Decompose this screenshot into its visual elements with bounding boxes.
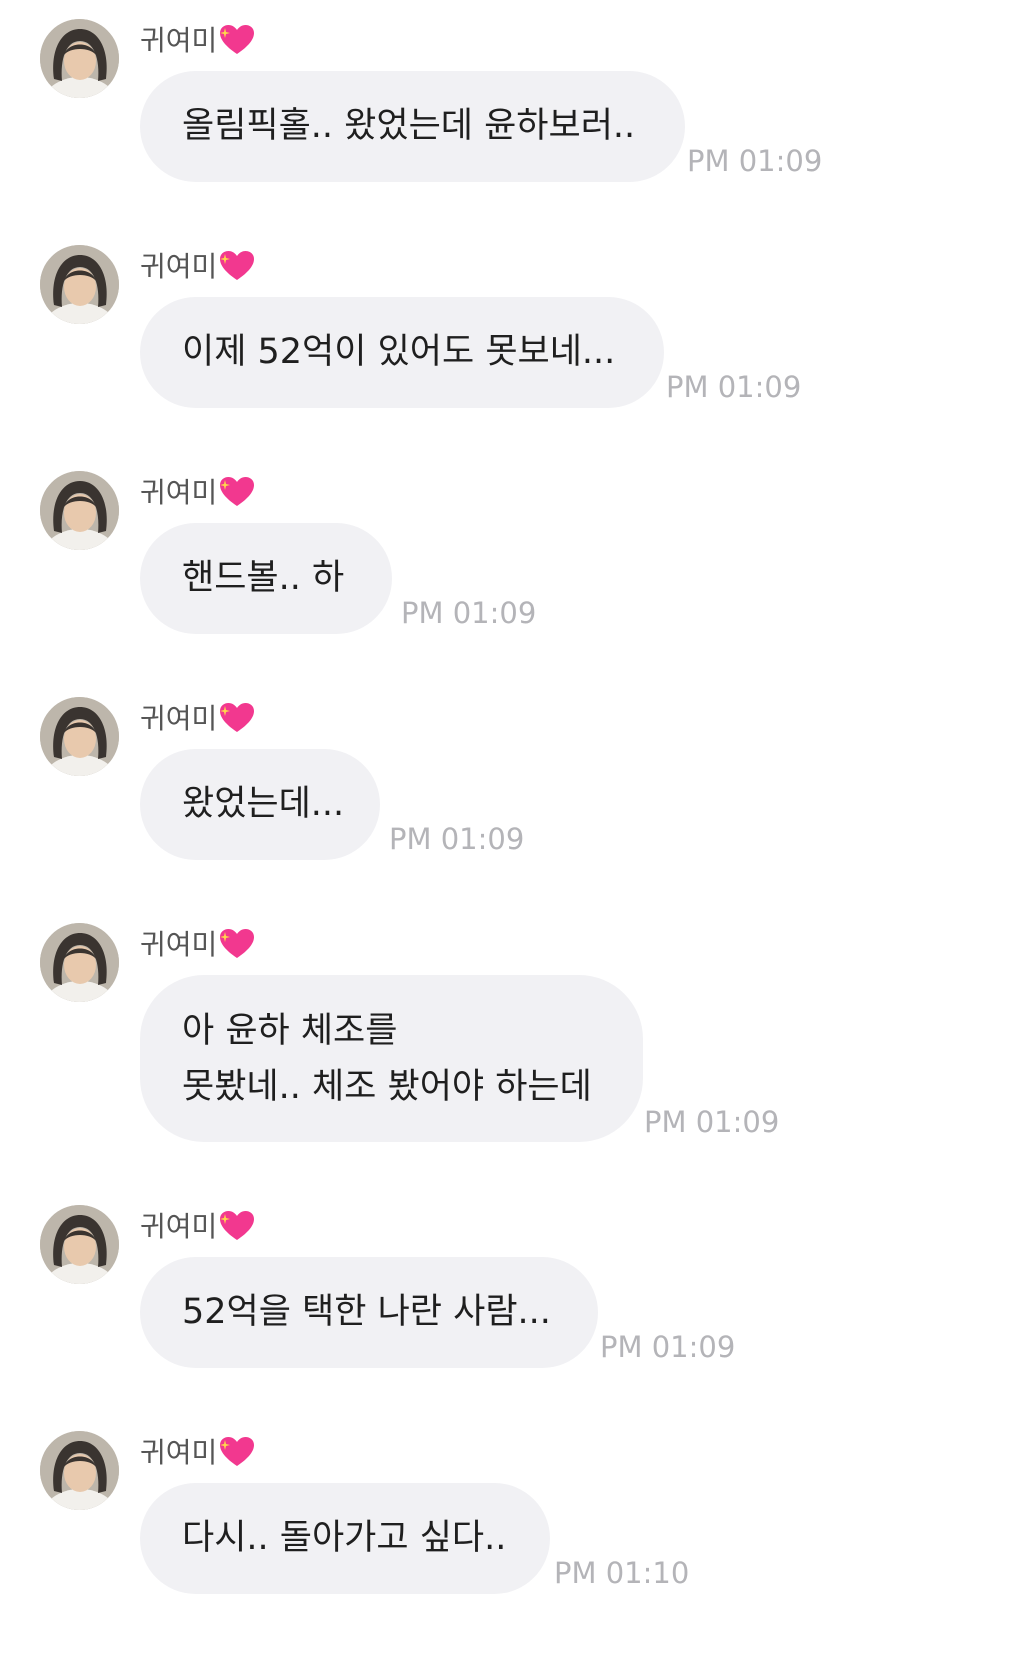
message-bubble[interactable]: 핸드볼.. 하 bbox=[140, 523, 392, 634]
sender-name: 귀여미 bbox=[140, 1209, 255, 1251]
message-bubble[interactable]: 이제 52억이 있어도 못보네... bbox=[140, 297, 664, 408]
sparkling-heart-icon bbox=[219, 928, 255, 969]
chat-log: 귀여미 올림픽홀.. 왔었는데 윤하보러.. PM 01:09 귀여미 이제 5… bbox=[0, 0, 1024, 1671]
message-bubble[interactable]: 올림픽홀.. 왔었는데 윤하보러.. bbox=[140, 71, 685, 182]
sender-name: 귀여미 bbox=[140, 475, 255, 517]
sender-name: 귀여미 bbox=[140, 1435, 255, 1477]
avatar[interactable] bbox=[40, 245, 119, 324]
message-bubble[interactable]: 아 윤하 체조를 못봤네.. 체조 봤어야 하는데 bbox=[140, 975, 643, 1142]
avatar[interactable] bbox=[40, 923, 119, 1002]
message-timestamp: PM 01:09 bbox=[401, 596, 537, 630]
avatar[interactable] bbox=[40, 1205, 119, 1284]
avatar[interactable] bbox=[40, 697, 119, 776]
avatar[interactable] bbox=[40, 1431, 119, 1510]
avatar[interactable] bbox=[40, 471, 119, 550]
sparkling-heart-icon bbox=[219, 250, 255, 291]
message-timestamp: PM 01:10 bbox=[554, 1556, 690, 1590]
avatar[interactable] bbox=[40, 19, 119, 98]
message-bubble[interactable]: 다시.. 돌아가고 싶다.. bbox=[140, 1483, 550, 1594]
message-timestamp: PM 01:09 bbox=[644, 1105, 780, 1139]
message-bubble[interactable]: 52억을 택한 나란 사람... bbox=[140, 1257, 598, 1368]
sparkling-heart-icon bbox=[219, 702, 255, 743]
sender-name: 귀여미 bbox=[140, 23, 255, 65]
message-timestamp: PM 01:09 bbox=[600, 1330, 736, 1364]
sender-name: 귀여미 bbox=[140, 249, 255, 291]
message-timestamp: PM 01:09 bbox=[666, 370, 802, 404]
sender-name: 귀여미 bbox=[140, 927, 255, 969]
sparkling-heart-icon bbox=[219, 1436, 255, 1477]
sender-name: 귀여미 bbox=[140, 701, 255, 743]
sparkling-heart-icon bbox=[219, 1210, 255, 1251]
sparkling-heart-icon bbox=[219, 476, 255, 517]
sparkling-heart-icon bbox=[219, 24, 255, 65]
message-timestamp: PM 01:09 bbox=[687, 144, 823, 178]
message-bubble[interactable]: 왔었는데... bbox=[140, 749, 380, 860]
message-timestamp: PM 01:09 bbox=[389, 822, 525, 856]
